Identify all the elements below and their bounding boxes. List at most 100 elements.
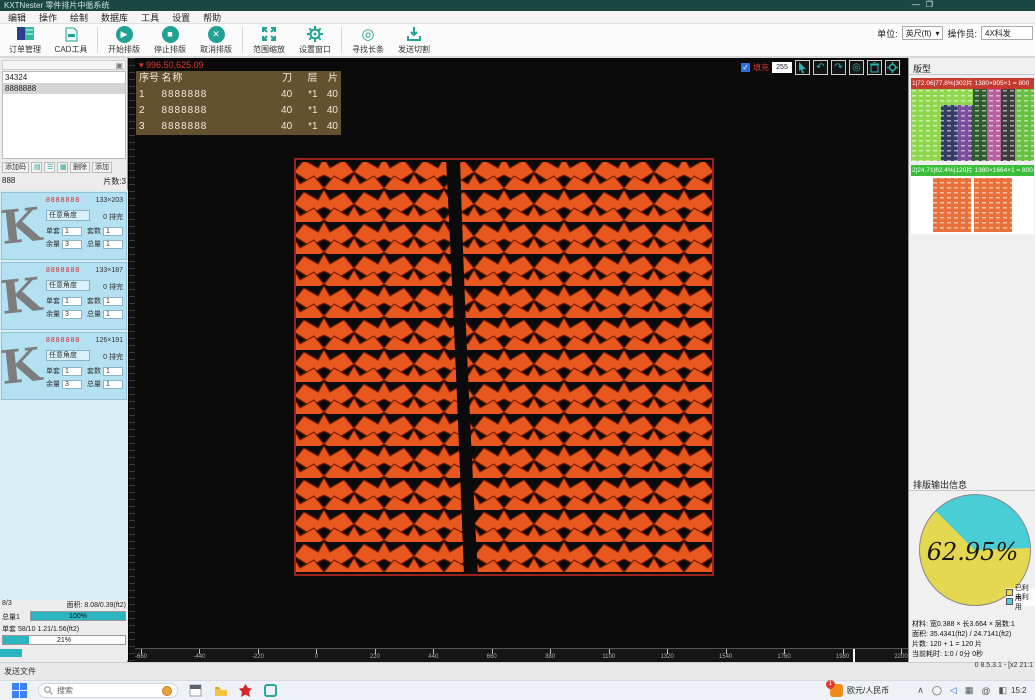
mini-progress-chip <box>0 649 22 657</box>
cancel-nesting-button[interactable]: ✕ 取消排版 <box>193 24 239 56</box>
part-card[interactable]: K 8888888 126×191 任意角度 0 排完 单套1 套数1 余量3 … <box>1 332 127 400</box>
field-input[interactable]: 1 <box>62 367 82 376</box>
pin-icon[interactable]: ▣ <box>115 61 123 70</box>
bed-2-banner[interactable]: 2|24.71|62.4%|120片 1380×1664×1 = 800 <box>911 165 1034 176</box>
cad-document-icon <box>63 26 80 43</box>
menu-tools[interactable]: 工具 <box>141 11 159 24</box>
angle-select[interactable]: 任意角度 <box>46 280 90 291</box>
table-row[interactable]: 2 8888888 40 *1 40 <box>136 103 341 119</box>
find-strip-button[interactable]: ◎ 寻找长条 <box>345 24 391 56</box>
operator-input[interactable]: 4X科发 <box>981 26 1033 40</box>
settings-window-button[interactable]: 设置窗口 <box>292 24 338 56</box>
minimize-button[interactable]: — <box>912 0 926 9</box>
bed-2-thumbnail[interactable] <box>911 176 1034 234</box>
system-tray[interactable]: ∧ ◯ ◁ ▦ @ ◧ <box>917 685 1007 696</box>
restore-button[interactable]: ❐ <box>926 0 939 9</box>
cad-tools-button[interactable]: CAD工具 <box>48 24 94 56</box>
play-icon: ▶ <box>116 26 133 43</box>
nesting-canvas[interactable]: ▾ 996.50,625.09 序号 名称 刀 层 片 1 8888888 40… <box>129 58 908 662</box>
start-nesting-button[interactable]: ▶ 开始排版 <box>101 24 147 56</box>
part-card[interactable]: K 8888888 133×203 任意角度 0 排完 单套1 套数1 余量3 … <box>1 192 127 260</box>
pieces-line: 片数: 120 + 1 = 120 片 <box>912 640 1015 650</box>
field-input[interactable]: 1 <box>103 227 123 236</box>
table-header: 序号 名称 刀 层 片 <box>136 71 341 87</box>
menu-draw[interactable]: 绘制 <box>70 11 88 24</box>
stop-nesting-button[interactable]: ■ 停止排版 <box>147 24 193 56</box>
order-item[interactable]: 34324 <box>3 72 125 83</box>
add-code-button[interactable]: 添加码 <box>2 162 29 173</box>
table-row[interactable]: 1 8888888 40 *1 40 <box>136 87 341 103</box>
teal-app-icon[interactable] <box>263 683 278 698</box>
part-fields: 单套1 套数1 余量3 总量1 <box>46 366 126 392</box>
window-controls[interactable]: —❐ <box>912 0 939 11</box>
field-input[interactable]: 1 <box>62 227 82 236</box>
angle-select[interactable]: 任意角度 <box>46 210 90 221</box>
canvas-settings-button[interactable] <box>885 60 900 75</box>
menu-database[interactable]: 数据库 <box>101 11 128 24</box>
field-input[interactable]: 1 <box>103 310 123 319</box>
part-card[interactable]: K 8888888 133×187 任意角度 0 排完 单套1 套数1 余量3 … <box>1 262 127 330</box>
red-app-icon[interactable] <box>238 683 253 698</box>
tray-grid-icon[interactable]: ▦ <box>965 685 974 696</box>
tray-chevron-icon[interactable]: ∧ <box>917 685 924 696</box>
bed-1-thumbnail[interactable] <box>911 89 1034 161</box>
tray-volume-icon[interactable]: ◧ <box>998 685 1007 696</box>
tray-at-icon[interactable]: @ <box>981 686 990 696</box>
zoom-extents-icon <box>261 26 278 43</box>
part-thumbnail: K <box>0 195 45 259</box>
nested-pieces[interactable] <box>296 162 712 572</box>
field-input[interactable]: 1 <box>103 367 123 376</box>
tray-play-icon[interactable]: ◁ <box>950 685 957 696</box>
field-input[interactable]: 3 <box>62 380 82 389</box>
zoom-extents-button[interactable]: 范围缩放 <box>246 24 292 56</box>
fill-value-input[interactable]: 255 <box>772 62 792 73</box>
field-input[interactable]: 1 <box>103 380 123 389</box>
field-input[interactable]: 1 <box>62 297 82 306</box>
ticker-icon: 1 <box>830 684 843 697</box>
delete-button[interactable]: 删除 <box>70 162 90 173</box>
chevron-down-icon: ▾ <box>935 29 939 38</box>
order-item-selected[interactable]: 8888888 <box>3 83 125 94</box>
undo-button[interactable]: ↶ <box>813 60 828 75</box>
nest-layout[interactable] <box>294 158 714 576</box>
angle-select[interactable]: 任意角度 <box>46 350 90 361</box>
field-input[interactable]: 1 <box>103 240 123 249</box>
menu-edit[interactable]: 编辑 <box>8 11 26 24</box>
view-grid-icon[interactable]: ▤ <box>31 162 42 173</box>
taskbar-search[interactable]: 搜索 <box>38 683 178 698</box>
select-tool-button[interactable] <box>795 60 810 75</box>
unit-select[interactable]: 英尺(ft) ▾ <box>902 26 944 40</box>
order-list[interactable]: 34324 8888888 <box>2 71 126 159</box>
table-row[interactable]: 3 8888888 40 *1 40 <box>136 119 341 135</box>
delete-piece-button[interactable] <box>867 60 882 75</box>
send-cut-button[interactable]: 发送切割 <box>391 24 437 56</box>
file-explorer-icon[interactable] <box>188 683 203 698</box>
redo-button[interactable]: ↷ <box>831 60 846 75</box>
folder-icon[interactable] <box>213 683 228 698</box>
menu-settings[interactable]: 设置 <box>172 11 190 24</box>
piece-count: 片数:3 <box>103 176 126 187</box>
bed-1-banner[interactable]: 1|72.06|77.8%|302片 1380×905×1 = 800 <box>911 78 1034 89</box>
tray-circle-icon[interactable]: ◯ <box>932 685 942 696</box>
toolbar-separator <box>97 27 98 53</box>
add-button[interactable]: 添加 <box>92 162 112 173</box>
menu-operate[interactable]: 操作 <box>39 11 57 24</box>
target-button[interactable]: ◎ <box>849 60 864 75</box>
stop-icon: ■ <box>162 26 179 43</box>
part-name: 8888888 <box>46 197 80 204</box>
legend-label: 未利用 <box>1015 592 1035 612</box>
menu-help[interactable]: 帮助 <box>203 11 221 24</box>
order-manager-button[interactable]: 订单管理 <box>2 24 48 56</box>
news-ticker[interactable]: 1 欧元/人民币 <box>830 684 889 697</box>
clock[interactable]: 15:2 <box>1011 686 1035 695</box>
parts-summary: 888 片数:3 <box>2 176 126 187</box>
field-input[interactable]: 3 <box>62 240 82 249</box>
view-list-icon[interactable]: ☰ <box>44 162 55 173</box>
start-button[interactable] <box>12 683 28 699</box>
view-table-icon[interactable]: ▦ <box>57 162 68 173</box>
search-icon <box>44 686 53 695</box>
field-label: 余量 <box>46 239 60 249</box>
field-input[interactable]: 1 <box>103 297 123 306</box>
field-input[interactable]: 3 <box>62 310 82 319</box>
fill-checkbox[interactable]: ✓ <box>741 63 750 72</box>
